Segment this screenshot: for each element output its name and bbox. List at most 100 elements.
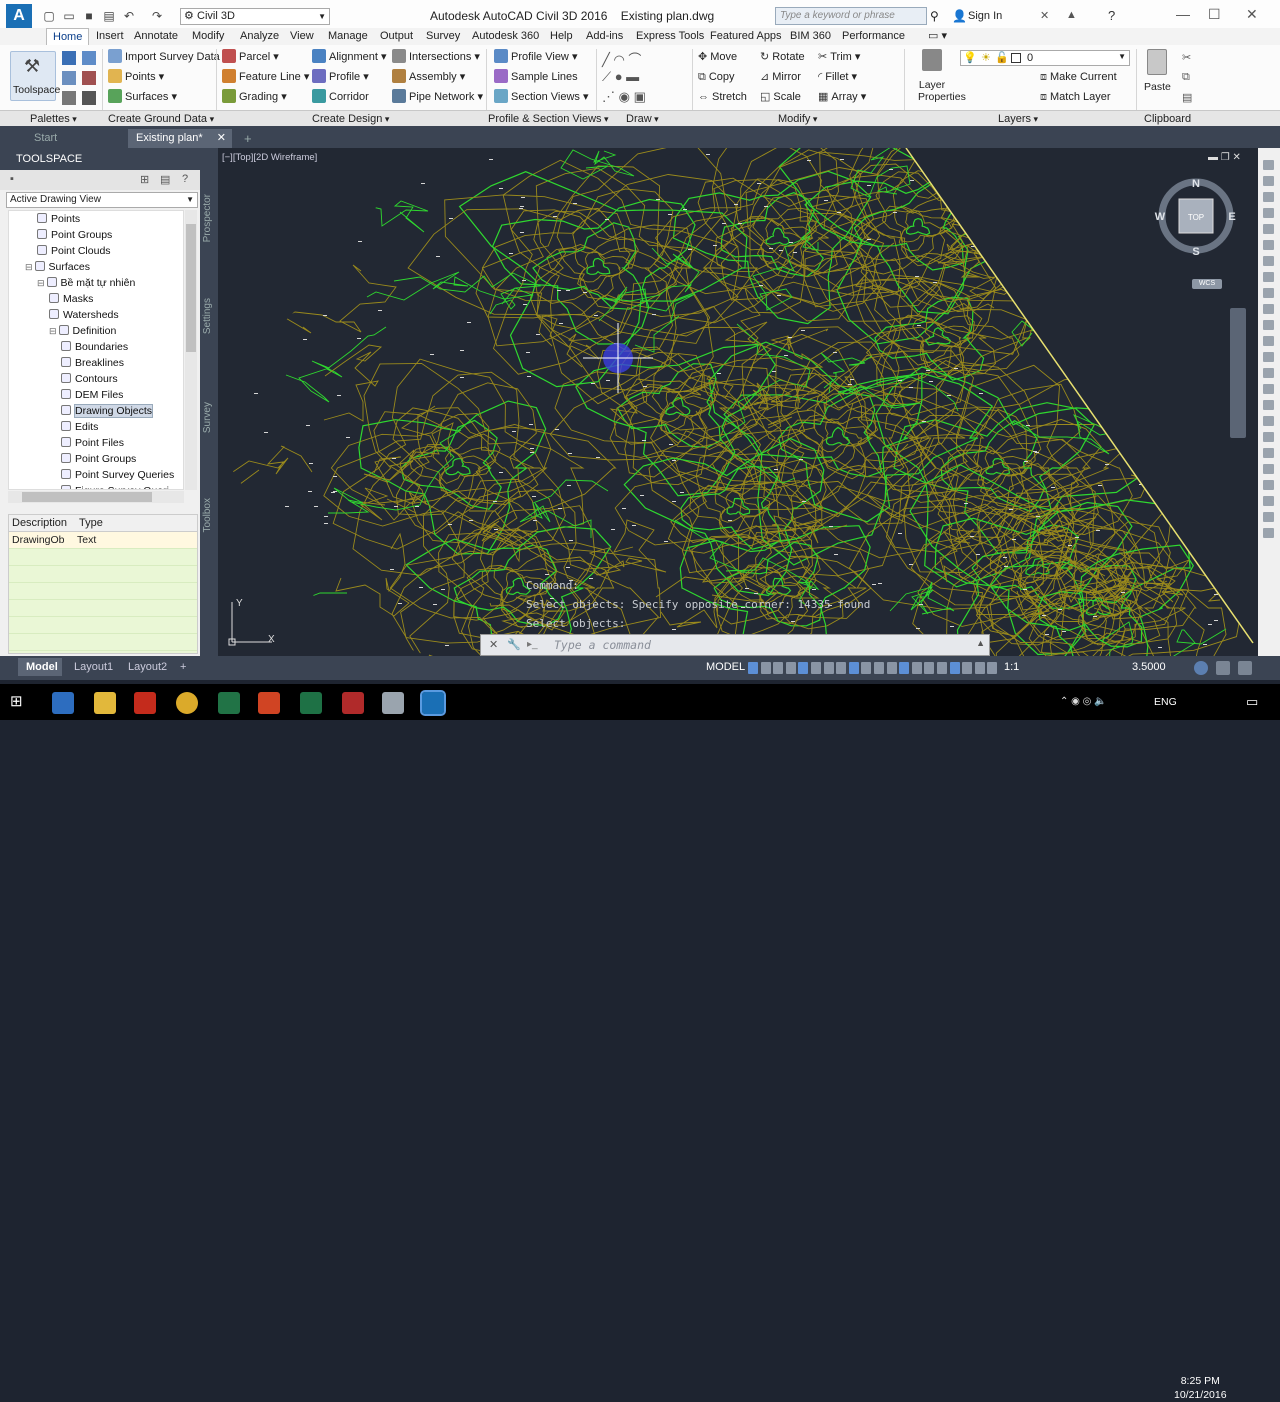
tree-item[interactable]: Edits [9, 419, 183, 435]
fillet-button[interactable]: ◜ Fillet ▾ [818, 68, 857, 86]
acrobat-icon[interactable] [134, 692, 156, 714]
tool-icon[interactable] [1263, 192, 1274, 202]
gizmo-icon[interactable] [911, 662, 922, 674]
tool-palettes-icon[interactable] [62, 91, 76, 105]
snap-icon[interactable] [760, 662, 771, 674]
make-current-button[interactable]: ⧈ Make Current [1040, 68, 1117, 86]
undo-icon[interactable]: ↶ [122, 9, 136, 23]
scale-button[interactable]: ◱ Scale [760, 88, 801, 106]
tree-horizontal-scrollbar[interactable] [8, 491, 184, 503]
compass-north[interactable]: N [1192, 178, 1200, 190]
match-prop-icon[interactable]: ▤ [1182, 91, 1192, 104]
intersections-button[interactable]: Intersections ▾ [392, 48, 480, 66]
project-icon[interactable] [218, 692, 240, 714]
units-icon[interactable] [974, 662, 985, 674]
isodraft-icon[interactable] [798, 662, 809, 674]
panel-clipboard[interactable]: Clipboard [1144, 112, 1191, 126]
dynamic-ucs-icon[interactable] [886, 662, 897, 674]
view-dropdown[interactable]: Active Drawing View ▼ [6, 192, 198, 208]
section-views-button[interactable]: Section Views ▾ [494, 88, 588, 106]
tool-icon[interactable] [1263, 208, 1274, 218]
tree-item[interactable]: Points [9, 211, 183, 227]
line-icon[interactable]: ╱ ◠ ⌒ [602, 49, 641, 68]
profile-view-button[interactable]: Profile View ▾ [494, 48, 577, 66]
copy-clip-icon[interactable]: ⧉ [1182, 71, 1190, 84]
selection-filter-icon[interactable] [899, 662, 910, 674]
tree-item[interactable]: Boundaries [9, 339, 183, 355]
pipe-network-button[interactable]: Pipe Network ▾ [392, 88, 483, 106]
scroll-thumb[interactable] [186, 224, 196, 352]
notification-icon[interactable]: ▭ [1246, 694, 1258, 710]
tab-survey[interactable]: Survey [202, 402, 213, 433]
tab-home[interactable]: Home [46, 28, 90, 45]
tree-item[interactable]: Masks [9, 291, 183, 307]
ribbon-minimize-icon[interactable]: ▭ ▾ [922, 28, 953, 45]
panel-profile-section-views[interactable]: Profile & Section Views ▾ [488, 112, 609, 126]
language-indicator[interactable]: ENG [1154, 696, 1177, 708]
help-icon[interactable]: ? [182, 173, 188, 185]
column-description[interactable]: Description [12, 515, 67, 532]
command-input[interactable]: Type a command [554, 638, 651, 652]
panel-layers[interactable]: Layers ▾ [998, 112, 1038, 126]
copy-button[interactable]: ⧉ Copy [698, 68, 735, 86]
file-explorer-icon[interactable] [52, 692, 74, 714]
ortho-icon[interactable] [773, 662, 784, 674]
excel-icon[interactable] [300, 692, 322, 714]
start-tab[interactable]: Start [26, 129, 65, 148]
window-icon[interactable] [382, 692, 404, 714]
collapse-icon[interactable]: ⊟ [49, 326, 57, 336]
tab-featured-apps[interactable]: Featured Apps [704, 28, 788, 45]
autodesk-360-icon[interactable]: ▲ [1066, 9, 1077, 21]
tool-icon[interactable] [1263, 496, 1274, 506]
tool-icon[interactable] [1263, 432, 1274, 442]
grading-button[interactable]: Grading ▾ [222, 88, 287, 106]
plot-icon[interactable]: ▤ [102, 9, 116, 23]
tab-settings[interactable]: Settings [202, 298, 213, 334]
mirror-button[interactable]: ⊿ Mirror [760, 68, 801, 86]
viewport-controls-label[interactable]: [−][Top][2D Wireframe] [222, 152, 317, 163]
tool-icon[interactable] [1263, 336, 1274, 346]
tree-item[interactable]: Figure Survey Queri [9, 483, 183, 489]
match-layer-button[interactable]: ⧈ Match Layer [1040, 88, 1111, 106]
design-center-icon[interactable] [62, 71, 76, 85]
chevron-up-icon[interactable]: ▲ [976, 638, 985, 648]
tab-add-ins[interactable]: Add-ins [580, 28, 629, 45]
annotation-scale[interactable]: 1:1 [1004, 661, 1019, 673]
tool-icon[interactable] [1263, 304, 1274, 314]
osnap-track-icon[interactable] [811, 662, 821, 674]
model-tab[interactable]: Model [18, 658, 62, 676]
cut-icon[interactable]: ✂ [1182, 51, 1191, 64]
parcel-button[interactable]: Parcel ▾ [222, 48, 279, 66]
tree-item[interactable]: Contours [9, 371, 183, 387]
layout2-tab[interactable]: Layout2 [128, 661, 167, 673]
collapse-icon[interactable]: ⊟ [25, 262, 33, 272]
drawing-viewport[interactable]: [−][Top][2D Wireframe] ▬ ❐ ✕ TOP N S E W… [218, 148, 1258, 656]
viewport-window-controls[interactable]: ▬ ❐ ✕ [1208, 152, 1241, 163]
tab-analyze[interactable]: Analyze [234, 28, 285, 45]
tool-icon[interactable] [1263, 160, 1274, 170]
tab-insert[interactable]: Insert [90, 28, 130, 45]
tool-icon[interactable] [1263, 256, 1274, 266]
tool-icon[interactable] [1263, 464, 1274, 474]
tab-output[interactable]: Output [374, 28, 419, 45]
tab-modify[interactable]: Modify [186, 28, 230, 45]
layout1-tab[interactable]: Layout1 [74, 661, 113, 673]
toolspace-button[interactable]: ⚒ Toolspace [10, 51, 60, 101]
compass-west[interactable]: W [1155, 211, 1166, 223]
import-survey-button[interactable]: Import Survey Data [108, 48, 220, 66]
navigation-bar[interactable] [1230, 308, 1246, 438]
tab-annotate[interactable]: Annotate [128, 28, 184, 45]
grid-icon[interactable]: ▪ [10, 173, 14, 185]
feature-line-button[interactable]: Feature Line ▾ [222, 68, 309, 86]
tab-manage[interactable]: Manage [322, 28, 374, 45]
tool-icon[interactable] [1263, 224, 1274, 234]
collapse-icon[interactable]: ⊟ [37, 278, 45, 288]
workspace-icon[interactable] [949, 662, 960, 674]
scroll-thumb[interactable] [22, 492, 152, 502]
xref-icon[interactable] [82, 51, 96, 65]
close-icon[interactable]: ✕ [1246, 6, 1258, 23]
tray-icons[interactable]: ⌃ ◉ ◎ 🔈 [1060, 696, 1107, 707]
osnap-icon[interactable] [823, 662, 834, 674]
tab-autodesk-360[interactable]: Autodesk 360 [466, 28, 545, 45]
compass-south[interactable]: S [1192, 246, 1199, 258]
